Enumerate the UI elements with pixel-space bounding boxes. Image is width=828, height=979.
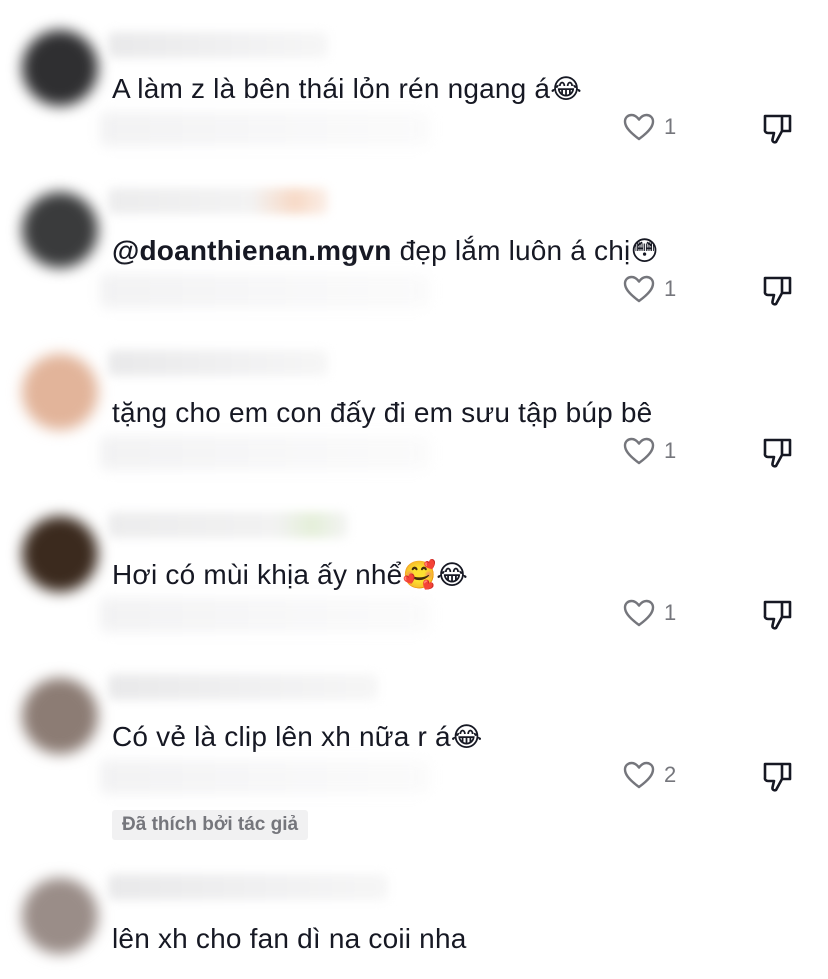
avatar[interactable] xyxy=(22,678,98,754)
heart-outline-icon xyxy=(623,275,655,303)
heart-outline-icon xyxy=(623,113,655,141)
thumbs-down-icon[interactable] xyxy=(760,596,796,632)
comment-meta-blurred xyxy=(100,112,430,146)
thumbs-down-icon[interactable] xyxy=(760,434,796,470)
comment-meta-blurred xyxy=(100,760,430,794)
comment-text: A làm z là bên thái lỏn rén ngang á😂 xyxy=(112,73,582,105)
mention-link[interactable]: @doanthienan.mgvn xyxy=(112,235,392,266)
liked-by-creator-badge: Đã thích bởi tác giả xyxy=(112,810,309,840)
heart-outline-icon xyxy=(623,437,655,465)
like-button[interactable]: 1 xyxy=(622,596,676,630)
comment-item: lên xh cho fan dì na coii nha xyxy=(0,874,828,979)
avatar[interactable] xyxy=(22,516,98,592)
thumbs-down-icon[interactable] xyxy=(760,272,796,308)
username-blurred[interactable] xyxy=(108,512,348,538)
avatar[interactable] xyxy=(22,354,98,430)
like-button[interactable]: 1 xyxy=(622,434,676,468)
heart-outline-icon xyxy=(623,599,655,627)
like-count: 2 xyxy=(664,762,677,787)
smiling-hearts-laughing-emoji: 🥰😂 xyxy=(402,560,469,591)
username-blurred[interactable] xyxy=(108,350,328,376)
like-button[interactable]: 1 xyxy=(622,110,676,144)
like-button[interactable]: 1 xyxy=(622,272,676,306)
username-blurred[interactable] xyxy=(108,32,328,58)
comment-item: tặng cho em con đấy đi em sưu tập búp bê… xyxy=(0,350,828,516)
comment-item: Hơi có mùi khịa ấy nhể🥰😂 1 xyxy=(0,512,828,678)
like-count: 1 xyxy=(664,600,677,625)
comment-text: tặng cho em con đấy đi em sưu tập búp bê xyxy=(112,397,653,428)
username-blurred[interactable] xyxy=(108,188,328,214)
like-count: 1 xyxy=(664,276,677,301)
like-count: 1 xyxy=(664,114,677,139)
like-count: 1 xyxy=(664,438,677,463)
thumbs-down-icon[interactable] xyxy=(760,758,796,794)
comment-item: @doanthienan.mgvn đẹp lắm luôn á chị😳 1 xyxy=(0,188,828,354)
avatar[interactable] xyxy=(22,192,98,268)
laughing-emoji: 😂 xyxy=(450,722,483,753)
comment-text: lên xh cho fan dì na coii nha xyxy=(112,923,467,954)
avatar[interactable] xyxy=(22,878,98,954)
comment-text: Hơi có mùi khịa ấy nhể🥰😂 xyxy=(112,559,469,591)
comment-item: A làm z là bên thái lỏn rén ngang á😂 1 xyxy=(0,30,828,192)
comment-text: @doanthienan.mgvn đẹp lắm luôn á chị😳 xyxy=(112,235,659,267)
like-button[interactable]: 2 xyxy=(622,758,676,792)
laughing-emoji: 😂 xyxy=(550,74,582,105)
comment-meta-blurred xyxy=(100,274,430,308)
comment-item: Có vẻ là clip lên xh nữa r á😂 2 Đã thích… xyxy=(0,674,828,840)
username-blurred[interactable] xyxy=(108,874,388,900)
comment-meta-blurred xyxy=(100,598,430,632)
avatar[interactable] xyxy=(22,30,98,106)
comment-text: Có vẻ là clip lên xh nữa r á😂 xyxy=(112,721,483,753)
username-blurred[interactable] xyxy=(108,674,378,700)
thumbs-down-icon[interactable] xyxy=(760,110,796,146)
flushed-emoji: 😳 xyxy=(630,236,659,267)
comment-meta-blurred xyxy=(100,436,430,470)
heart-outline-icon xyxy=(623,761,655,789)
